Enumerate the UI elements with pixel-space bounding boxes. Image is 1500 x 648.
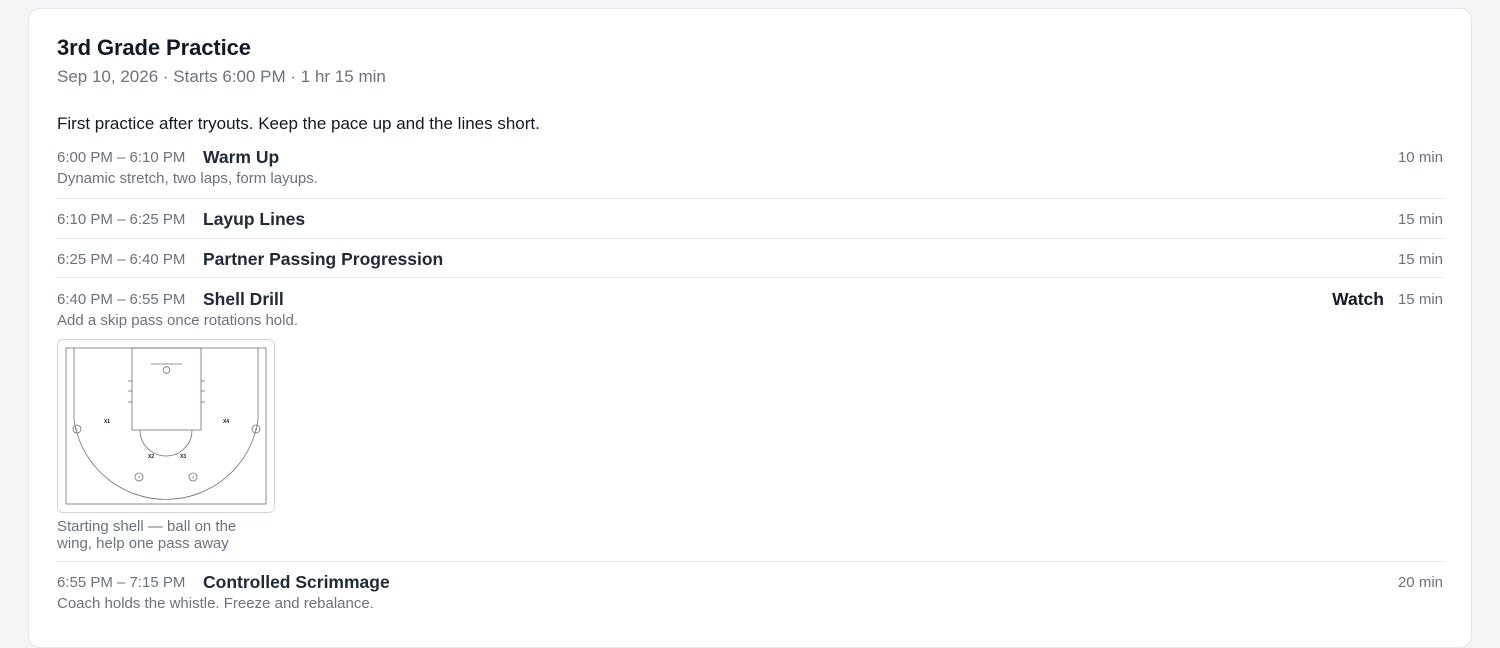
court-boundary bbox=[65, 347, 267, 505]
offense-label-1: 1 bbox=[76, 427, 78, 431]
item-duration: 15 min bbox=[1397, 290, 1443, 308]
diagram-caption: Starting shell — ball on the wing, help … bbox=[57, 518, 237, 552]
practice-meta: Sep 10, 2026 · Starts 6:00 PM · 1 hr 15 … bbox=[57, 67, 386, 86]
offense-label-3: 3 bbox=[192, 475, 194, 479]
plan-item-shell-drill[interactable]: 6:40 PM – 6:55 PM Shell Drill Watch 15 m… bbox=[57, 277, 1443, 329]
defender-x4: X4 bbox=[223, 419, 229, 425]
practice-title: 3rd Grade Practice bbox=[57, 35, 251, 60]
item-duration: 10 min bbox=[1397, 148, 1443, 166]
practice-intro: First practice after tryouts. Keep the p… bbox=[57, 114, 540, 133]
item-note: Coach holds the whistle. Freeze and reba… bbox=[57, 595, 374, 612]
item-time: 6:00 PM – 6:10 PM bbox=[57, 148, 186, 166]
practice-card: 3rd Grade Practice Sep 10, 2026 · Starts… bbox=[28, 8, 1472, 648]
item-duration: 15 min bbox=[1397, 250, 1443, 268]
item-duration: 20 min bbox=[1397, 573, 1443, 591]
plan-item-partner-passing[interactable]: 6:25 PM – 6:40 PM Partner Passing Progre… bbox=[57, 238, 1443, 271]
item-duration: 15 min bbox=[1397, 210, 1443, 228]
defender-x3: X3 bbox=[180, 454, 186, 460]
watch-button[interactable]: Watch bbox=[1332, 289, 1384, 310]
item-name: Layup Lines bbox=[203, 208, 306, 229]
item-name: Controlled Scrimmage bbox=[203, 571, 390, 592]
free-throw-arc bbox=[139, 429, 193, 457]
shell-drill-diagram[interactable]: X1 X2 X3 X4 1 2 3 4 bbox=[57, 339, 275, 513]
three-point-line bbox=[73, 348, 259, 500]
plan-item-controlled-scrimmage[interactable]: 6:55 PM – 7:15 PM Controlled Scrimmage 2… bbox=[57, 561, 1443, 612]
item-note: Dynamic stretch, two laps, form layups. bbox=[57, 170, 318, 187]
item-time: 6:55 PM – 7:15 PM bbox=[57, 573, 186, 591]
rim bbox=[162, 366, 171, 374]
item-time: 6:25 PM – 6:40 PM bbox=[57, 250, 186, 268]
lane bbox=[131, 347, 202, 431]
half-court-svg: X1 X2 X3 X4 1 2 3 4 bbox=[65, 347, 267, 505]
defender-x1: X1 bbox=[104, 419, 110, 425]
item-name: Partner Passing Progression bbox=[203, 248, 444, 269]
item-note: Add a skip pass once rotations hold. bbox=[57, 312, 298, 329]
item-name: Warm Up bbox=[203, 146, 280, 167]
item-time: 6:40 PM – 6:55 PM bbox=[57, 290, 186, 308]
item-name: Shell Drill bbox=[203, 288, 284, 309]
offense-label-4: 4 bbox=[255, 427, 257, 431]
plan-item-warm-up[interactable]: 6:00 PM – 6:10 PM Warm Up 10 min Dynamic… bbox=[57, 145, 1443, 188]
defender-x2: X2 bbox=[148, 454, 154, 460]
item-time: 6:10 PM – 6:25 PM bbox=[57, 210, 186, 228]
plan-item-layup-lines[interactable]: 6:10 PM – 6:25 PM Layup Lines 15 min bbox=[57, 198, 1443, 231]
offense-label-2: 2 bbox=[138, 475, 140, 479]
